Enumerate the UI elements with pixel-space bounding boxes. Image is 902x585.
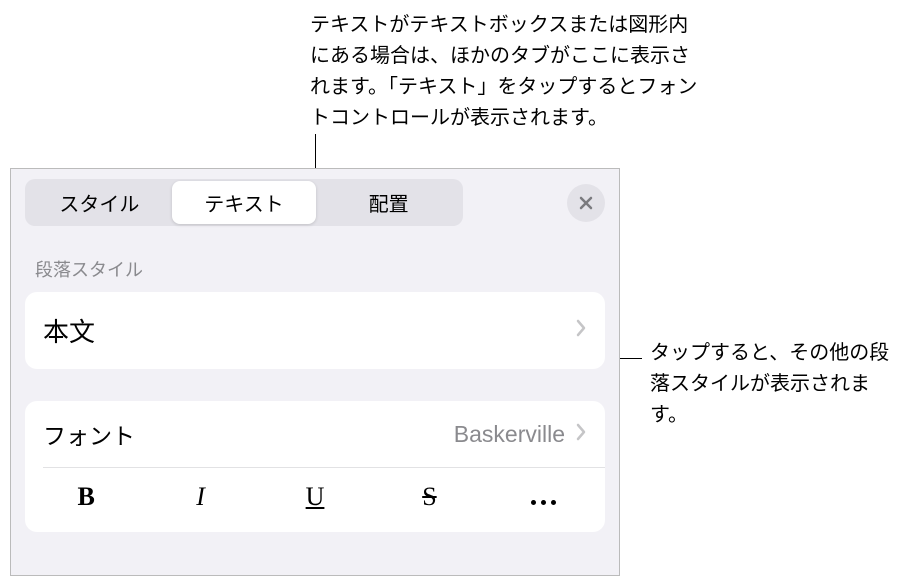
- tab-text[interactable]: テキスト: [172, 181, 317, 224]
- font-value: Baskerville: [454, 421, 565, 448]
- font-label: フォント: [43, 417, 135, 451]
- format-panel: スタイル テキスト 配置 段落スタイル 本文 フォント Baskerville: [10, 168, 620, 576]
- ellipsis-icon: [531, 500, 556, 505]
- paragraph-style-group: 本文: [25, 292, 605, 369]
- callout-right: タップすると、その他の段落スタイルが表示されます。: [650, 338, 890, 431]
- font-row[interactable]: フォント Baskerville: [25, 401, 605, 467]
- paragraph-style-value: 本文: [43, 312, 95, 349]
- paragraph-style-section-label: 段落スタイル: [11, 236, 619, 288]
- segmented-control: スタイル テキスト 配置: [25, 179, 463, 226]
- close-button[interactable]: [567, 184, 605, 222]
- more-formatting-button[interactable]: [487, 474, 601, 520]
- tab-style[interactable]: スタイル: [27, 181, 172, 224]
- chevron-right-icon: [575, 422, 587, 447]
- underline-button[interactable]: U: [258, 474, 372, 520]
- italic-button[interactable]: I: [143, 474, 257, 520]
- strikethrough-button[interactable]: S: [372, 474, 486, 520]
- tab-bar: スタイル テキスト 配置: [11, 169, 619, 236]
- bold-button[interactable]: B: [29, 474, 143, 520]
- font-group: フォント Baskerville B I U S: [25, 401, 605, 532]
- text-format-row: B I U S: [25, 468, 605, 532]
- callout-top: テキストがテキストボックスまたは図形内にある場合は、ほかのタブがここに表示されま…: [310, 10, 700, 134]
- chevron-right-icon: [575, 318, 587, 343]
- tab-arrange[interactable]: 配置: [316, 181, 461, 224]
- paragraph-style-row[interactable]: 本文: [25, 292, 605, 369]
- close-icon: [578, 195, 594, 211]
